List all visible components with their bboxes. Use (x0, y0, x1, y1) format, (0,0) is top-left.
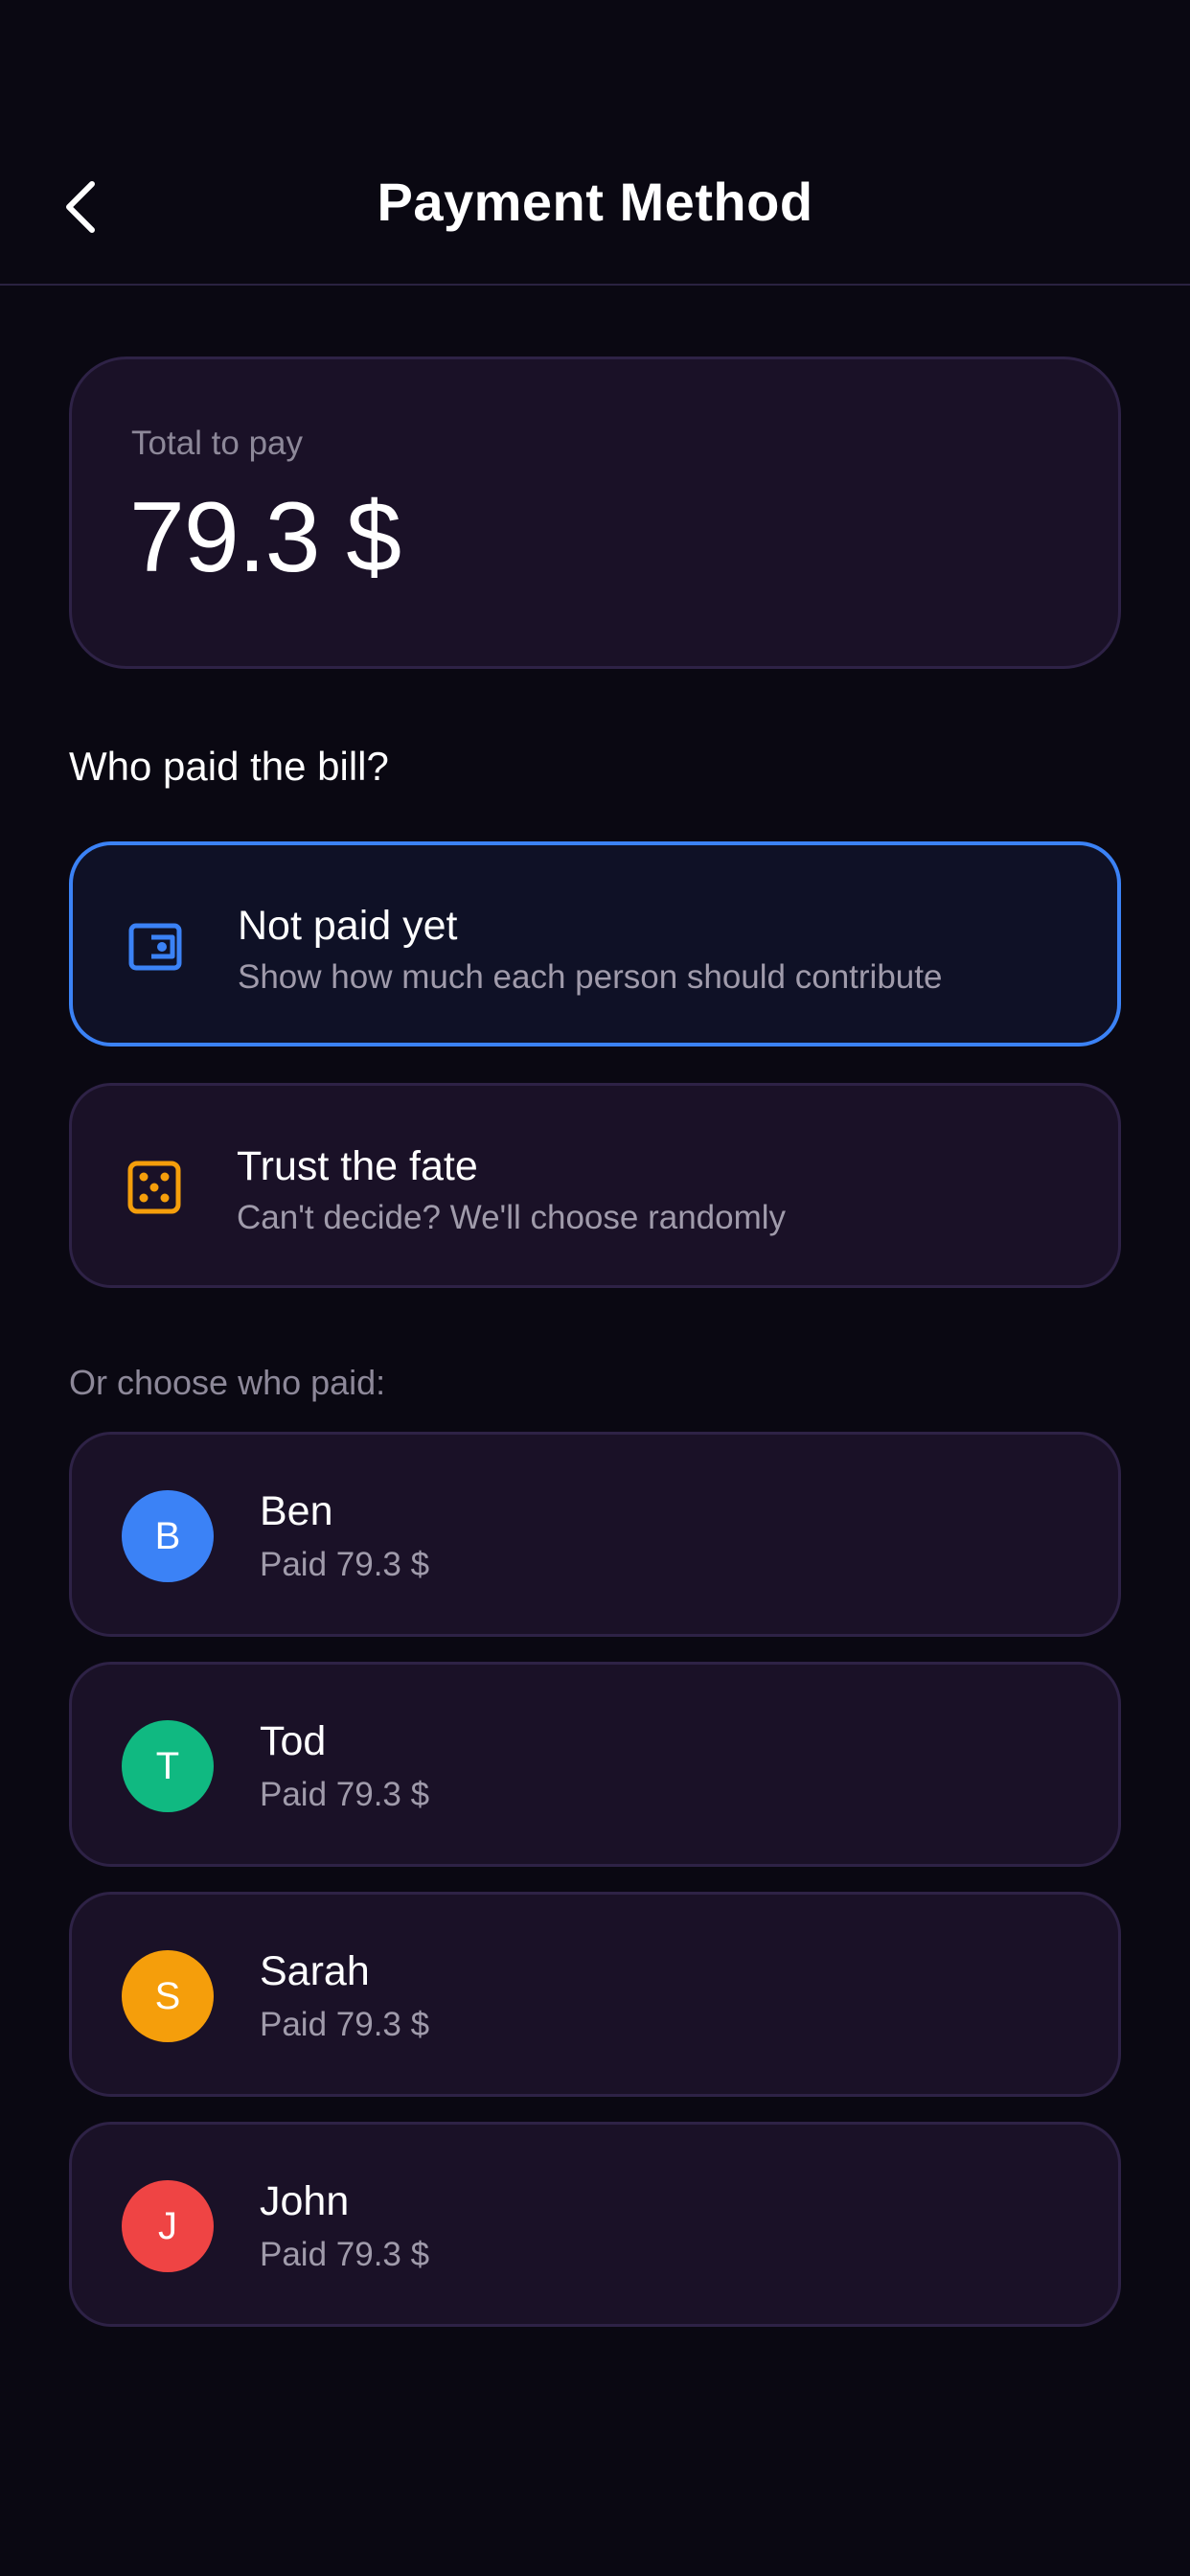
payer-amount: Paid 79.3 $ (260, 2236, 430, 2273)
option-not-paid-yet[interactable]: Not paid yet Show how much each person s… (69, 841, 1121, 1046)
option-title: Not paid yet (238, 903, 458, 949)
option-subtitle: Can't decide? We'll choose randomly (237, 1199, 787, 1236)
total-card: Total to pay 79.3 $ (69, 356, 1121, 669)
payer-ben[interactable]: B Ben Paid 79.3 $ (69, 1432, 1121, 1637)
payer-amount: Paid 79.3 $ (260, 1546, 430, 1583)
payer-amount: Paid 79.3 $ (260, 1776, 430, 1813)
question-heading: Who paid the bill? (69, 744, 389, 789)
payer-name: Sarah (260, 1948, 370, 1994)
option-title: Trust the fate (237, 1143, 478, 1189)
avatar: S (122, 1950, 214, 2042)
payer-name: Tod (260, 1718, 327, 1764)
app-header: Payment Method (0, 0, 1190, 286)
avatar: T (122, 1720, 214, 1812)
avatar: B (122, 1490, 214, 1582)
dice-icon (127, 1161, 181, 1214)
payer-name: John (260, 2178, 350, 2224)
payer-john[interactable]: J John Paid 79.3 $ (69, 2122, 1121, 2327)
choose-payer-label: Or choose who paid: (69, 1363, 386, 1402)
payer-tod[interactable]: T Tod Paid 79.3 $ (69, 1662, 1121, 1867)
option-trust-the-fate[interactable]: Trust the fate Can't decide? We'll choos… (69, 1083, 1121, 1288)
payer-amount: Paid 79.3 $ (260, 2006, 430, 2043)
payer-name: Ben (260, 1488, 333, 1534)
payer-sarah[interactable]: S Sarah Paid 79.3 $ (69, 1892, 1121, 2097)
option-subtitle: Show how much each person should contrib… (238, 958, 943, 996)
wallet-icon (128, 923, 182, 971)
avatar: J (122, 2180, 214, 2272)
page-title: Payment Method (377, 172, 813, 232)
total-amount: 79.3 $ (129, 482, 401, 593)
total-label: Total to pay (131, 425, 303, 462)
